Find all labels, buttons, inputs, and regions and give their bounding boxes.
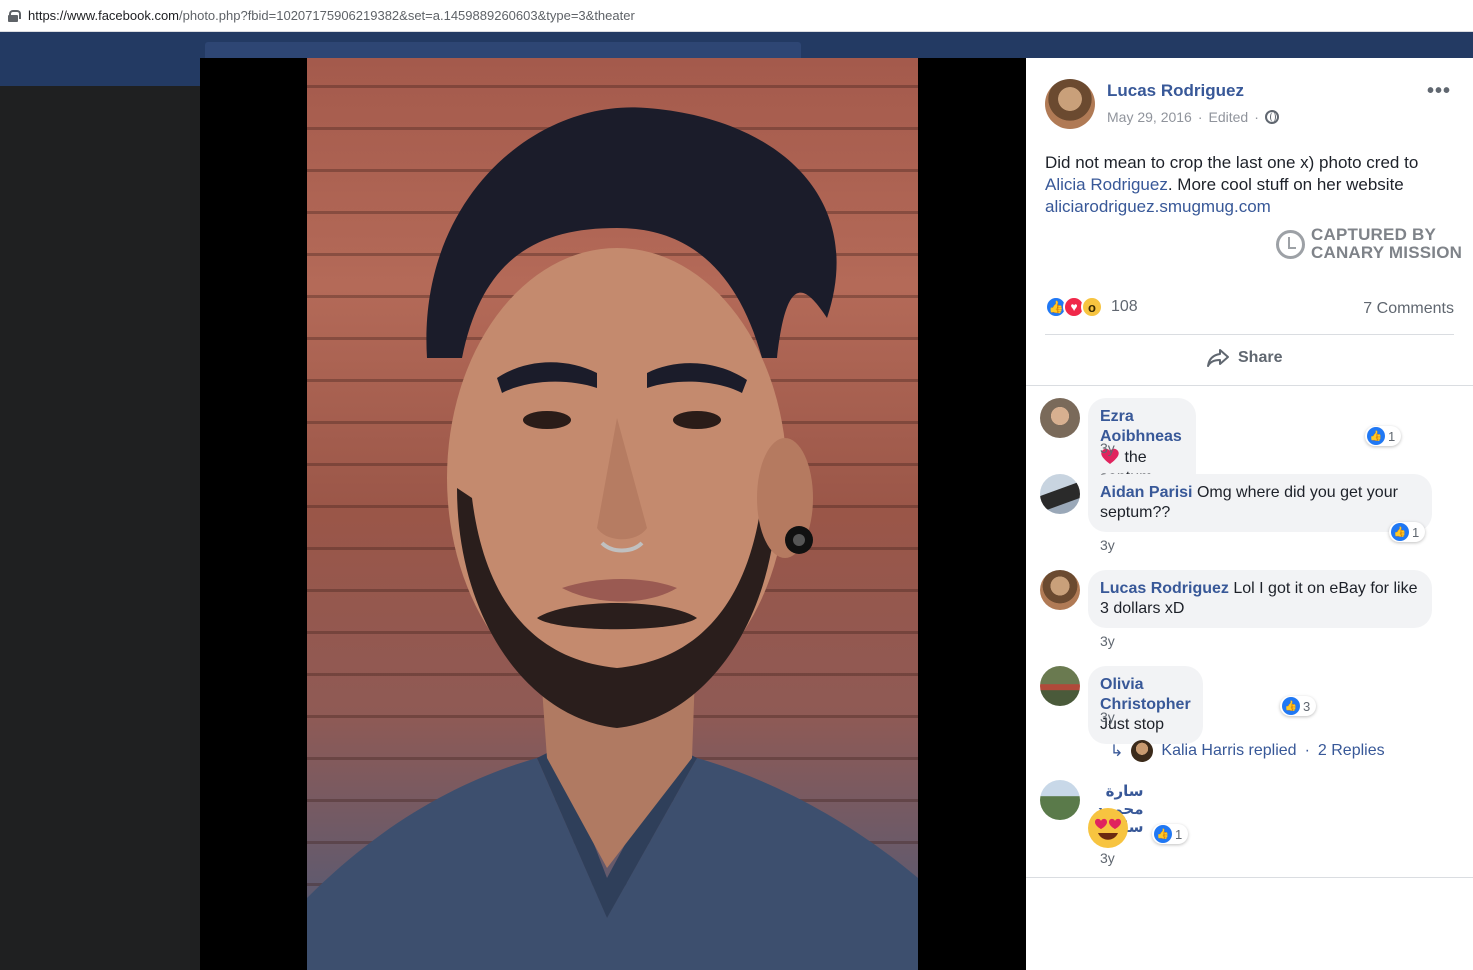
watermark: CAPTURED BY CANARY MISSION — [1276, 226, 1462, 262]
commenter-avatar[interactable] — [1040, 398, 1080, 438]
edited-label[interactable]: Edited — [1209, 109, 1249, 125]
watermark-line2: CANARY MISSION — [1311, 243, 1463, 262]
heart-eyes-emoji — [1088, 808, 1128, 848]
comment-time[interactable]: 3y — [1100, 440, 1115, 456]
comment-time[interactable]: 3y — [1100, 709, 1115, 725]
meta-separator: · — [1197, 109, 1203, 125]
comment-like-count[interactable]: 👍 1 — [1389, 522, 1426, 542]
like-count: 1 — [1388, 428, 1396, 444]
comments-count[interactable]: 7 Comments — [1363, 300, 1454, 318]
post-photo[interactable] — [307, 58, 918, 970]
comment-bubble: Aidan Parisi Omg where did you get your … — [1088, 474, 1432, 532]
like-count: 1 — [1175, 826, 1183, 842]
replies-count: 2 Replies — [1317, 742, 1385, 759]
comment-time[interactable]: 3y — [1100, 850, 1115, 866]
like-count: 3 — [1303, 698, 1311, 714]
caption-text: Did not mean to crop the last one x) pho… — [1045, 153, 1419, 172]
author-avatar[interactable] — [1045, 79, 1095, 129]
commenter-avatar[interactable] — [1040, 474, 1080, 514]
url-text[interactable]: https://www.facebook.com/photo.php?fbid=… — [28, 8, 635, 23]
url-path: /photo.php?fbid=10207175906219382&set=a.… — [179, 8, 635, 23]
view-replies-link[interactable]: ↳ Kalia Harris replied · 2 Replies — [1110, 740, 1385, 762]
divider — [1026, 877, 1473, 878]
replies-separator: · — [1304, 742, 1310, 759]
wow-icon: o — [1081, 296, 1103, 318]
lock-icon — [8, 9, 21, 22]
caption-text-2: . More cool stuff on her website — [1167, 175, 1404, 194]
comment-like-count[interactable]: 👍 3 — [1280, 696, 1317, 716]
reactions-summary[interactable]: 👍 ♥ o 108 — [1045, 296, 1138, 318]
reply-arrow-icon: ↳ — [1110, 743, 1124, 760]
comment-like-count[interactable]: 👍 1 — [1152, 824, 1189, 844]
dimmed-page-background — [0, 86, 200, 970]
replier-avatar — [1131, 740, 1154, 762]
like-icon: 👍 — [1282, 697, 1300, 715]
replier-text: Kalia Harris replied — [1161, 742, 1297, 759]
browser-url-bar[interactable]: https://www.facebook.com/photo.php?fbid=… — [0, 0, 1473, 32]
commenter-name[interactable]: Olivia Christopher — [1100, 676, 1191, 713]
commenter-name[interactable]: Aidan Parisi — [1100, 484, 1192, 501]
comment-like-count[interactable]: 👍 1 — [1365, 426, 1402, 446]
post-caption: Did not mean to crop the last one x) pho… — [1045, 152, 1445, 218]
post-side-panel: Lucas Rodriguez May 29, 2016 · Edited · … — [1026, 58, 1473, 970]
photo-theater — [200, 58, 1026, 970]
comment-time[interactable]: 3y — [1100, 633, 1115, 649]
like-icon: 👍 — [1367, 427, 1385, 445]
comments-section: Ezra Aoibhneas the septum piercing 👍 1 3… — [1026, 385, 1473, 878]
share-label: Share — [1238, 349, 1283, 366]
commenter-avatar[interactable] — [1040, 666, 1080, 706]
reactions-count: 108 — [1111, 298, 1138, 315]
caption-link-person[interactable]: Alicia Rodriguez — [1045, 175, 1168, 194]
comment-bubble: Lucas Rodriguez Lol I got it on eBay for… — [1088, 570, 1432, 628]
portrait-illustration — [307, 107, 918, 970]
watermark-text: CAPTURED BY CANARY MISSION — [1311, 226, 1462, 262]
post-date[interactable]: May 29, 2016 — [1107, 109, 1192, 125]
commenter-avatar[interactable] — [1040, 780, 1080, 820]
like-icon: 👍 — [1391, 523, 1409, 541]
commenter-avatar[interactable] — [1040, 570, 1080, 610]
post-meta: May 29, 2016 · Edited · — [1107, 109, 1279, 125]
clock-icon — [1276, 229, 1305, 259]
share-button[interactable]: Share — [1206, 348, 1282, 368]
like-count: 1 — [1412, 524, 1420, 540]
like-icon: 👍 — [1154, 825, 1172, 843]
meta-separator-2: · — [1254, 109, 1259, 125]
comment-bubble: Olivia Christopher Just stop — [1088, 666, 1203, 744]
more-options-icon[interactable]: ••• — [1427, 80, 1451, 103]
divider — [1045, 334, 1454, 335]
share-icon — [1207, 349, 1229, 367]
heart-eyes-emoji-svg — [1095, 818, 1121, 840]
globe-icon[interactable] — [1264, 110, 1279, 124]
author-name[interactable]: Lucas Rodriguez — [1107, 81, 1244, 101]
comment-time[interactable]: 3y — [1100, 537, 1115, 553]
watermark-line1: CAPTURED BY — [1311, 225, 1436, 244]
commenter-name[interactable]: Lucas Rodriguez — [1100, 580, 1229, 597]
caption-link-website[interactable]: aliciarodriguez.smugmug.com — [1045, 197, 1271, 216]
url-domain: https://www.facebook.com — [28, 8, 180, 23]
